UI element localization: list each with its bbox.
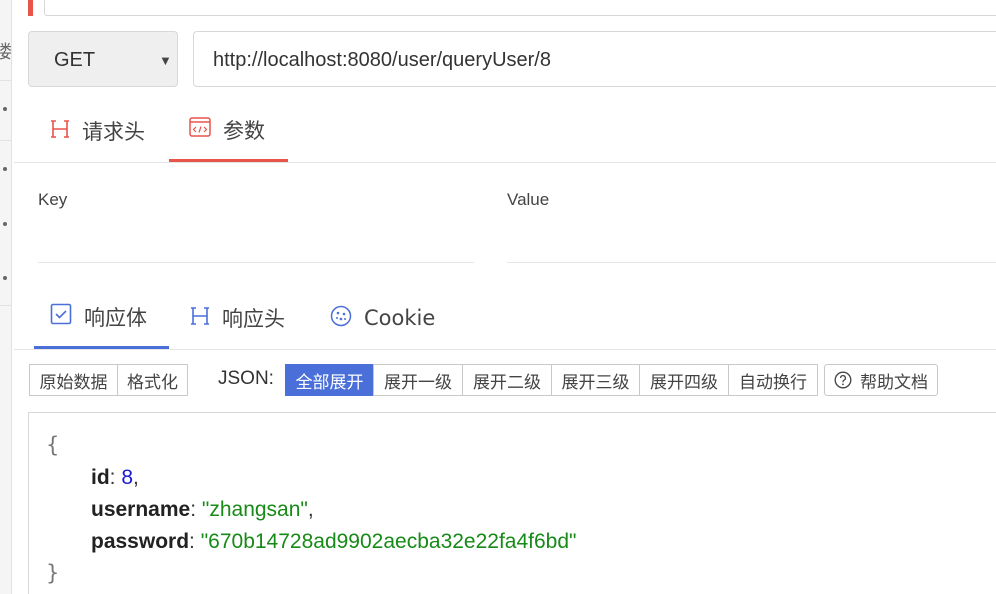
- json-field-row: id: 8,: [91, 466, 139, 489]
- param-key-input[interactable]: [38, 262, 474, 263]
- tab-headers-label: 请求头: [82, 120, 145, 144]
- expand-level-4-button[interactable]: 展开四级: [639, 364, 729, 396]
- tab-response-headers[interactable]: 响应头: [190, 287, 285, 349]
- param-key-header: Key: [38, 190, 68, 209]
- left-sidebar-edge: 喽: [0, 0, 12, 594]
- tab-cookie-label: Cookie: [364, 306, 436, 330]
- url-input[interactable]: http://localhost:8080/user/queryUser/8: [193, 31, 996, 87]
- url-value: http://localhost:8080/user/queryUser/8: [213, 49, 551, 71]
- help-icon: [834, 371, 852, 389]
- method-select[interactable]: GET ▼: [28, 31, 178, 87]
- tab-response-body-label: 响应体: [84, 305, 147, 330]
- word-wrap-button[interactable]: 自动换行: [728, 364, 818, 396]
- help-docs-button[interactable]: 帮助文档: [824, 364, 938, 396]
- chevron-down-icon: ▼: [159, 53, 172, 68]
- json-close-brace: }: [46, 561, 60, 585]
- sidebar-bullet[interactable]: [3, 276, 7, 280]
- json-key: username: [91, 498, 191, 521]
- sidebar-bullet[interactable]: [3, 167, 7, 171]
- json-field-row: password: "670b14728ad9902aecba32e22fa4f…: [91, 530, 577, 553]
- param-value-header: Value: [507, 190, 550, 209]
- json-string-value: "670b14728ad9902aecba32e22fa4f6bd": [200, 530, 577, 553]
- sidebar-divider: [0, 305, 12, 306]
- sidebar-bullet[interactable]: [3, 107, 7, 111]
- json-key: id: [91, 466, 110, 489]
- raw-data-button[interactable]: 原始数据: [29, 364, 118, 396]
- expand-level-2-button[interactable]: 展开二级: [462, 364, 552, 396]
- checkbox-icon: [50, 303, 72, 330]
- tab-response-body[interactable]: 响应体: [34, 287, 169, 349]
- tab-params[interactable]: 参数: [169, 100, 288, 162]
- expand-level-3-button[interactable]: 展开三级: [551, 364, 640, 396]
- help-docs-label: 帮助文档: [860, 372, 928, 393]
- active-request-marker: [28, 0, 33, 16]
- expand-all-button[interactable]: 全部展开: [285, 364, 374, 396]
- json-open-brace: {: [46, 433, 60, 457]
- sidebar-bullet[interactable]: [3, 222, 7, 226]
- tab-params-label: 参数: [223, 118, 265, 143]
- json-number-value: 8: [121, 466, 134, 489]
- tab-response-headers-label: 响应头: [222, 307, 285, 331]
- response-tabs: 响应体 响应头 Cookie: [14, 287, 996, 350]
- cookie-icon: [330, 305, 352, 332]
- code-window-icon: [189, 117, 211, 142]
- header-h-icon: [50, 119, 70, 144]
- json-label: JSON:: [218, 368, 274, 389]
- expand-level-1-button[interactable]: 展开一级: [373, 364, 463, 396]
- json-string-value: "zhangsan": [201, 498, 308, 521]
- header-h-icon: [190, 306, 210, 331]
- json-field-row: username: "zhangsan",: [91, 498, 314, 521]
- tab-cookie[interactable]: Cookie: [330, 287, 435, 349]
- method-value: GET: [54, 49, 96, 71]
- sidebar-glyph: 喽: [0, 42, 12, 63]
- sidebar-divider: [0, 140, 12, 141]
- response-body-viewer[interactable]: { id: 8, username: "zhangsan", password:…: [28, 412, 996, 594]
- format-button[interactable]: 格式化: [117, 364, 188, 396]
- json-key: password: [91, 530, 190, 553]
- request-tabs: 请求头 参数: [14, 100, 996, 163]
- request-name-field[interactable]: [44, 0, 996, 16]
- tab-headers[interactable]: 请求头: [50, 100, 145, 162]
- sidebar-divider: [0, 80, 12, 81]
- param-value-input[interactable]: [507, 262, 996, 263]
